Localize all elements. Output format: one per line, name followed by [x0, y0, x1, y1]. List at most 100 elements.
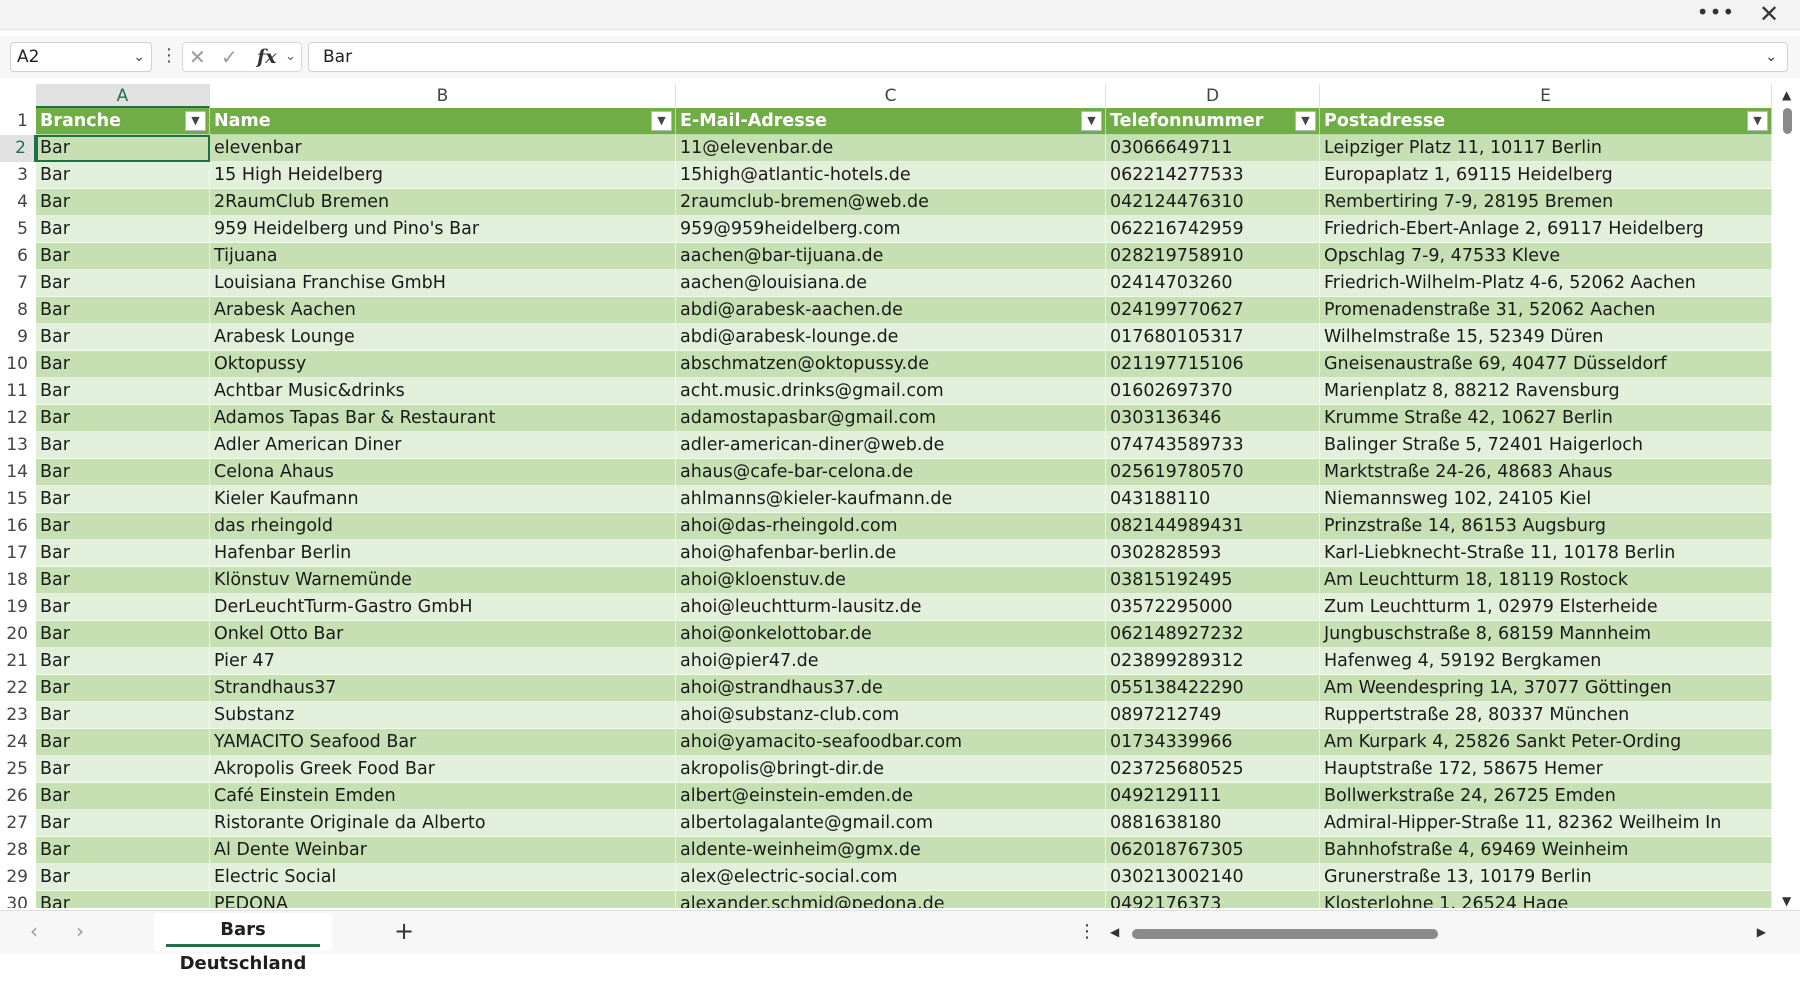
- cell-name[interactable]: Substanz: [210, 702, 676, 729]
- cell-phone[interactable]: 03572295000: [1106, 594, 1320, 621]
- cell-name[interactable]: Arabesk Lounge: [210, 324, 676, 351]
- row-number[interactable]: 3: [0, 162, 36, 189]
- filter-dropdown-icon[interactable]: ▼: [651, 111, 672, 131]
- cell-branche[interactable]: Bar: [36, 621, 210, 648]
- cell-phone[interactable]: 03066649711: [1106, 135, 1320, 162]
- cell-email[interactable]: ahoi@strandhaus37.de: [676, 675, 1106, 702]
- row-number[interactable]: 25: [0, 756, 36, 783]
- row-number[interactable]: 24: [0, 729, 36, 756]
- column-header-e[interactable]: E: [1320, 84, 1772, 108]
- row-number[interactable]: 27: [0, 810, 36, 837]
- scroll-thumb[interactable]: [1783, 108, 1792, 134]
- cell-email[interactable]: abschmatzen@oktopussy.de: [676, 351, 1106, 378]
- cell-name[interactable]: PEDONA: [210, 891, 676, 908]
- row-number[interactable]: 15: [0, 486, 36, 513]
- row-number[interactable]: 10: [0, 351, 36, 378]
- cell-branche[interactable]: Bar: [36, 297, 210, 324]
- cell-address[interactable]: Opschlag 7-9, 47533 Kleve: [1320, 243, 1772, 270]
- cancel-icon[interactable]: ✕: [189, 45, 206, 69]
- cell-email[interactable]: ahlmanns@kieler-kaufmann.de: [676, 486, 1106, 513]
- cell-name[interactable]: Ristorante Originale da Alberto: [210, 810, 676, 837]
- cell-phone[interactable]: 030213002140: [1106, 864, 1320, 891]
- row-number[interactable]: 1: [0, 108, 36, 135]
- cell-name[interactable]: Kieler Kaufmann: [210, 486, 676, 513]
- column-header-c[interactable]: C: [676, 84, 1106, 108]
- cell-branche[interactable]: Bar: [36, 324, 210, 351]
- cell-branche[interactable]: Bar: [36, 243, 210, 270]
- cell-email[interactable]: aachen@bar-tijuana.de: [676, 243, 1106, 270]
- row-number[interactable]: 14: [0, 459, 36, 486]
- row-number[interactable]: 13: [0, 432, 36, 459]
- cell-branche[interactable]: Bar: [36, 729, 210, 756]
- cell-name[interactable]: Hafenbar Berlin: [210, 540, 676, 567]
- cell-phone[interactable]: 023725680525: [1106, 756, 1320, 783]
- cell-branche[interactable]: Bar: [36, 405, 210, 432]
- cell-phone[interactable]: 074743589733: [1106, 432, 1320, 459]
- row-number[interactable]: 26: [0, 783, 36, 810]
- sheet-tab-active[interactable]: Bars Deutschland: [154, 913, 332, 974]
- cell-address[interactable]: Niemannsweg 102, 24105 Kiel: [1320, 486, 1772, 513]
- cell-branche[interactable]: Bar: [36, 648, 210, 675]
- cell-name[interactable]: Klönstuv Warnemünde: [210, 567, 676, 594]
- scroll-up-icon[interactable]: ▲: [1782, 88, 1791, 102]
- row-number[interactable]: 30: [0, 891, 36, 908]
- cell-address[interactable]: Zum Leuchtturm 1, 02979 Elsterheide: [1320, 594, 1772, 621]
- cell-phone[interactable]: 062214277533: [1106, 162, 1320, 189]
- cell-address[interactable]: Hauptstraße 172, 58675 Hemer: [1320, 756, 1772, 783]
- cell-name[interactable]: 15 High Heidelberg: [210, 162, 676, 189]
- row-number[interactable]: 16: [0, 513, 36, 540]
- cell-name[interactable]: Strandhaus37: [210, 675, 676, 702]
- cell-address[interactable]: Bahnhofstraße 4, 69469 Weinheim: [1320, 837, 1772, 864]
- cell-phone[interactable]: 055138422290: [1106, 675, 1320, 702]
- chevron-down-icon[interactable]: ⌄: [133, 43, 145, 71]
- cell-phone[interactable]: 02414703260: [1106, 270, 1320, 297]
- cell-branche[interactable]: Bar: [36, 432, 210, 459]
- cell-email[interactable]: aachen@louisiana.de: [676, 270, 1106, 297]
- cell-address[interactable]: Grunerstraße 13, 10179 Berlin: [1320, 864, 1772, 891]
- cell-branche[interactable]: Bar: [36, 351, 210, 378]
- vertical-dots-icon[interactable]: ⋮: [160, 45, 178, 69]
- cell-phone[interactable]: 082144989431: [1106, 513, 1320, 540]
- cell-name[interactable]: Café Einstein Emden: [210, 783, 676, 810]
- expand-formula-icon[interactable]: ⌄: [1765, 43, 1777, 71]
- more-horizontal-icon[interactable]: •••: [1696, 2, 1736, 26]
- cell-address[interactable]: Marktstraße 24-26, 48683 Ahaus: [1320, 459, 1772, 486]
- cell-branche[interactable]: Bar: [36, 378, 210, 405]
- row-number[interactable]: 20: [0, 621, 36, 648]
- cell-branche[interactable]: Bar: [36, 270, 210, 297]
- cell-branche[interactable]: Bar: [36, 864, 210, 891]
- cell-name[interactable]: 2RaumClub Bremen: [210, 189, 676, 216]
- cell-email[interactable]: ahoi@yamacito-seafoodbar.com: [676, 729, 1106, 756]
- header-cell-branche[interactable]: Branche ▼: [36, 108, 210, 135]
- row-number[interactable]: 8: [0, 297, 36, 324]
- row-number[interactable]: 6: [0, 243, 36, 270]
- row-number[interactable]: 19: [0, 594, 36, 621]
- row-number[interactable]: 23: [0, 702, 36, 729]
- cell-phone[interactable]: 023899289312: [1106, 648, 1320, 675]
- cell-address[interactable]: Balinger Straße 5, 72401 Haigerloch: [1320, 432, 1772, 459]
- cell-email[interactable]: akropolis@bringt-dir.de: [676, 756, 1106, 783]
- cell-email[interactable]: acht.music.drinks@gmail.com: [676, 378, 1106, 405]
- cell-phone[interactable]: 0897212749: [1106, 702, 1320, 729]
- cell-email[interactable]: albertolagalante@gmail.com: [676, 810, 1106, 837]
- cell-phone[interactable]: 0492129111: [1106, 783, 1320, 810]
- cell-branche[interactable]: Bar: [36, 540, 210, 567]
- row-number[interactable]: 29: [0, 864, 36, 891]
- chevron-down-icon[interactable]: ⌄: [285, 45, 296, 69]
- check-icon[interactable]: ✓: [221, 45, 238, 69]
- cell-name[interactable]: Adamos Tapas Bar & Restaurant: [210, 405, 676, 432]
- cell-email[interactable]: 15high@atlantic-hotels.de: [676, 162, 1106, 189]
- cell-name[interactable]: Achtbar Music&drinks: [210, 378, 676, 405]
- cell-branche[interactable]: Bar: [36, 459, 210, 486]
- cell-address[interactable]: Klosterlohne 1, 26524 Hage: [1320, 891, 1772, 908]
- cell-email[interactable]: ahoi@leuchtturm-lausitz.de: [676, 594, 1106, 621]
- cell-phone[interactable]: 028219758910: [1106, 243, 1320, 270]
- cell-email[interactable]: 11@elevenbar.de: [676, 135, 1106, 162]
- cell-name[interactable]: Pier 47: [210, 648, 676, 675]
- cell-phone[interactable]: 0492176373: [1106, 891, 1320, 908]
- header-cell-email[interactable]: E-Mail-Adresse ▼: [676, 108, 1106, 135]
- scroll-right-icon[interactable]: ▶: [1757, 925, 1766, 939]
- cell-name[interactable]: Adler American Diner: [210, 432, 676, 459]
- cell-address[interactable]: Am Leuchtturm 18, 18119 Rostock: [1320, 567, 1772, 594]
- filter-dropdown-icon[interactable]: ▼: [1747, 111, 1768, 131]
